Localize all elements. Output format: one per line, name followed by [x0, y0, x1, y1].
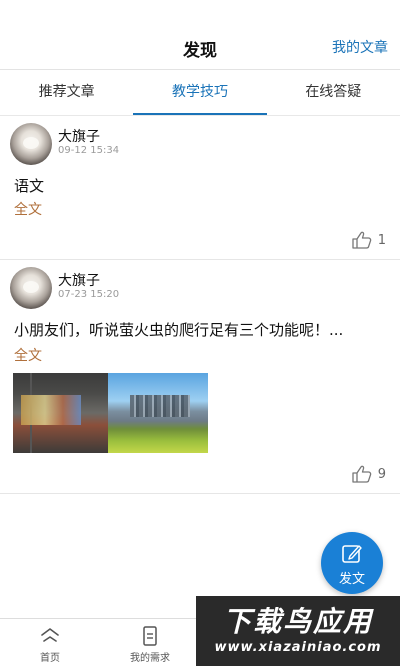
watermark-url: www.xiazainiao.com	[214, 640, 382, 655]
full-text-link[interactable]: 全文	[14, 345, 42, 365]
post-content: 语文	[14, 177, 45, 195]
tab-recommended[interactable]: 推荐文章	[0, 70, 133, 115]
author-name: 大旗子	[58, 273, 100, 289]
post-card[interactable]: 大旗子 07-23 15:20 小朋友们，听说萤火虫的爬行足有三个功能呢！...…	[0, 261, 400, 494]
like-button[interactable]: 9	[352, 465, 386, 483]
like-count: 1	[377, 232, 386, 248]
post-image[interactable]	[108, 373, 208, 453]
post-time: 09-12 15:34	[58, 145, 120, 156]
nav-home[interactable]: 首页	[10, 625, 90, 664]
nav-my-needs[interactable]: 我的需求	[110, 625, 190, 664]
post-card[interactable]: 大旗子 09-12 15:34 语文 全文 1	[0, 117, 400, 260]
tab-teaching-tips[interactable]: 教学技巧	[133, 70, 267, 115]
post-time: 07-23 15:20	[58, 289, 120, 300]
document-icon	[143, 626, 157, 646]
avatar[interactable]	[10, 123, 52, 165]
nav-my-needs-label: 我的需求	[130, 653, 170, 664]
tab-bar: 推荐文章 教学技巧 在线答疑	[0, 70, 400, 116]
tab-online-qa[interactable]: 在线答疑	[267, 70, 400, 115]
avatar[interactable]	[10, 267, 52, 309]
home-icon	[41, 628, 59, 642]
top-bar: 发现 我的文章	[0, 0, 400, 70]
thumbs-up-icon	[352, 231, 371, 249]
watermark-title: 下载鸟应用	[222, 605, 373, 638]
like-button[interactable]: 1	[352, 231, 386, 249]
post-article-button[interactable]: 发文	[321, 532, 383, 594]
nav-home-label: 首页	[40, 653, 60, 664]
post-image[interactable]	[13, 373, 108, 453]
post-images	[13, 373, 208, 453]
post-article-label: 发文	[338, 572, 365, 587]
site-watermark: 下载鸟应用 www.xiazainiao.com	[196, 596, 400, 666]
like-count: 9	[377, 466, 386, 482]
thumbs-up-icon	[352, 465, 371, 483]
my-articles-link[interactable]: 我的文章	[332, 37, 388, 57]
post-content: 小朋友们，听说萤火虫的爬行足有三个功能呢！...	[14, 321, 344, 339]
author-name: 大旗子	[58, 129, 100, 145]
full-text-link[interactable]: 全文	[14, 199, 42, 219]
edit-icon	[342, 545, 362, 563]
